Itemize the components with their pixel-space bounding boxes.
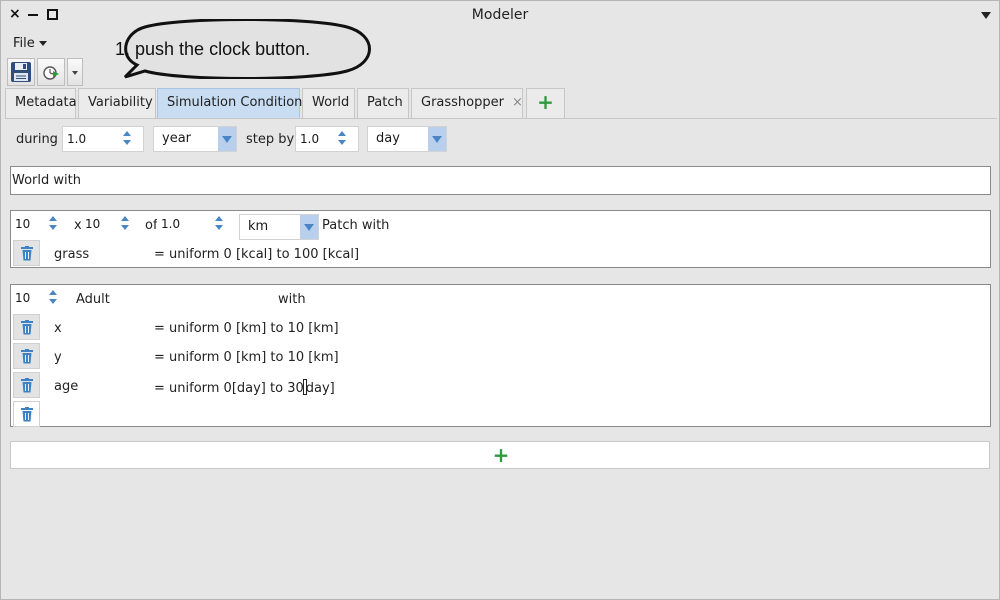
- during-label: during: [16, 132, 58, 147]
- run-options-dropdown[interactable]: [67, 58, 83, 86]
- delete-grass-button[interactable]: [13, 240, 40, 266]
- delete-new-row-button[interactable]: [13, 401, 40, 427]
- delete-x-button[interactable]: [13, 314, 40, 340]
- step-unit-select[interactable]: day: [367, 126, 447, 152]
- patch-size-stepper[interactable]: [215, 216, 223, 232]
- tab-grasshopper[interactable]: Grasshopper ×: [411, 88, 523, 118]
- agent-count-value: 10: [15, 291, 31, 305]
- callout-text: 1. push the clock button.: [115, 39, 311, 59]
- patch-rows-field[interactable]: 10: [81, 212, 137, 238]
- patch-rows-value: 10: [85, 217, 101, 231]
- patch-with-label: Patch with: [322, 218, 390, 233]
- expression-text-before-cursor: = uniform 0[day] to 30: [154, 381, 304, 396]
- chevron-down-icon: [218, 127, 236, 151]
- modeler-window: × Modeler File 1. push the clock button.…: [0, 0, 1000, 600]
- tab-variability[interactable]: Variability: [78, 88, 156, 118]
- world-panel: World with: [10, 166, 991, 195]
- run-simulation-clock-button[interactable]: [37, 58, 65, 86]
- during-unit-select[interactable]: year: [153, 126, 237, 152]
- delete-y-button[interactable]: [13, 343, 40, 369]
- patch-unit-select[interactable]: km: [239, 214, 319, 240]
- patch-of-label: of: [145, 218, 158, 233]
- save-button[interactable]: [7, 58, 35, 86]
- trash-icon: [21, 407, 33, 422]
- tab-metadata[interactable]: Metadata: [5, 88, 77, 118]
- close-tab-icon[interactable]: ×: [512, 95, 523, 110]
- menu-file[interactable]: File: [13, 36, 47, 51]
- trash-icon: [21, 349, 33, 364]
- patch-cols-stepper[interactable]: [49, 216, 57, 232]
- patch-cols-value: 10: [15, 217, 31, 231]
- patch-panel: 10 x 10 of 1.0 km Patch with grass = uni…: [10, 210, 991, 268]
- agent-panel: 10 Adult with x = uniform 0 [km] to 10 […: [10, 284, 991, 427]
- add-icon: +: [492, 443, 510, 467]
- expression-text-after-cursor: day]: [305, 381, 335, 396]
- chevron-down-icon: [72, 71, 78, 75]
- trash-icon: [21, 378, 33, 393]
- agent-count-stepper[interactable]: [49, 290, 57, 306]
- add-agent-bar[interactable]: +: [10, 441, 990, 469]
- world-with-label: World with: [12, 173, 81, 188]
- patch-rows-stepper[interactable]: [121, 216, 129, 232]
- during-unit-value: year: [162, 131, 192, 146]
- agent-property-expression[interactable]: = uniform 0 [km] to 10 [km]: [154, 321, 339, 336]
- agent-count-field[interactable]: 10: [11, 286, 67, 312]
- during-value: 1.0: [67, 132, 87, 146]
- add-tab-button[interactable]: +: [526, 88, 565, 118]
- step-stepper[interactable]: [338, 131, 346, 147]
- step-by-label: step by: [246, 132, 295, 147]
- patch-property-name[interactable]: grass: [54, 247, 89, 262]
- agent-property-name[interactable]: y: [54, 350, 62, 365]
- patch-size-field[interactable]: 1.0: [157, 212, 229, 238]
- agent-property-name[interactable]: x: [54, 321, 62, 336]
- agent-property-expression[interactable]: = uniform 0 [km] to 10 [km]: [154, 350, 339, 365]
- chevron-down-icon: [38, 41, 47, 46]
- agent-species-name[interactable]: Adult: [76, 292, 110, 307]
- step-value-field[interactable]: 1.0: [295, 126, 359, 152]
- window-menu-icon[interactable]: [981, 12, 991, 19]
- tab-simulation-conditions[interactable]: Simulation Conditions: [157, 88, 309, 118]
- floppy-disk-icon: [11, 62, 31, 82]
- agent-property-expression-editing[interactable]: = uniform 0[day] to 30 day]: [154, 379, 335, 396]
- step-unit-value: day: [376, 131, 400, 146]
- during-value-field[interactable]: 1.0: [62, 126, 144, 152]
- chevron-down-icon: [300, 215, 318, 239]
- patch-size-value: 1.0: [161, 217, 181, 231]
- tab-world[interactable]: World: [302, 88, 355, 118]
- step-value: 1.0: [300, 132, 320, 146]
- delete-age-button[interactable]: [13, 372, 40, 398]
- clock-play-icon: [43, 66, 59, 80]
- trash-icon: [21, 320, 33, 335]
- menu-file-label: File: [13, 36, 35, 51]
- patch-cols-field[interactable]: 10: [11, 212, 67, 238]
- patch-property-expression[interactable]: = uniform 0 [kcal] to 100 [kcal]: [154, 247, 359, 262]
- tab-patch[interactable]: Patch: [357, 88, 409, 118]
- patch-unit-value: km: [248, 219, 269, 234]
- chevron-down-icon: [428, 127, 446, 151]
- simulation-conditions-pane: during 1.0 year step by 1.0 day World wi…: [5, 118, 997, 598]
- tab-grasshopper-label: Grasshopper: [421, 95, 504, 110]
- during-stepper[interactable]: [123, 131, 131, 147]
- agent-with-label: with: [278, 292, 306, 307]
- trash-icon: [21, 246, 33, 261]
- agent-property-name[interactable]: age: [54, 379, 78, 394]
